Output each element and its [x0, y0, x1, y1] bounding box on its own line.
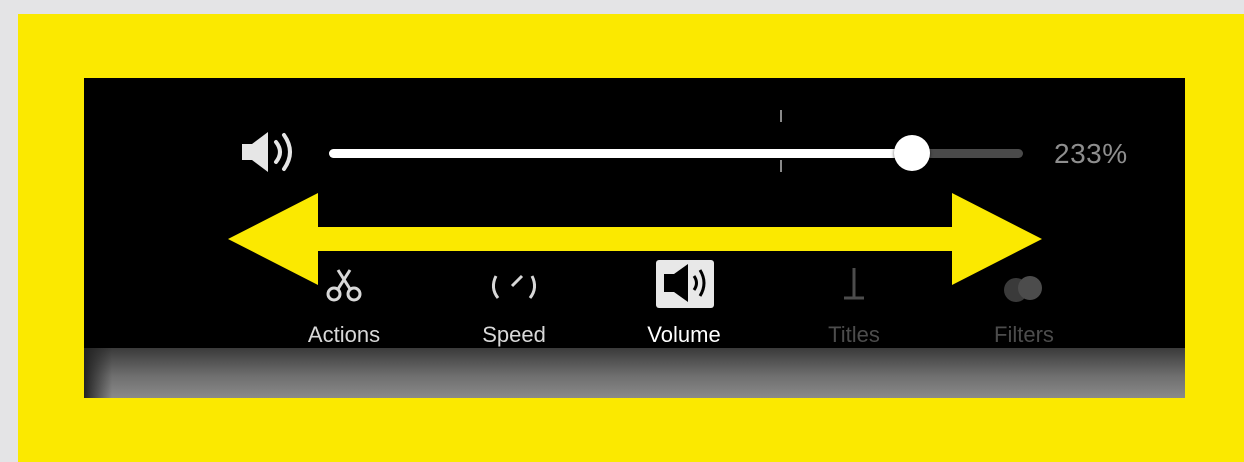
tool-label: Filters: [994, 322, 1054, 347]
speaker-icon: [240, 130, 304, 179]
volume-slider[interactable]: [329, 135, 1023, 171]
tool-label: Actions: [307, 322, 381, 347]
volume-slider-thumb[interactable]: [893, 135, 930, 171]
volume-percent: 233%: [1054, 138, 1128, 169]
tool-label: Titles: [828, 322, 880, 347]
tool-label: Speed: [482, 322, 546, 347]
tool-label: Volume: [647, 322, 721, 347]
volume-slider-fill: [329, 149, 912, 158]
double-headed-arrow-icon: [228, 193, 1042, 285]
panel-bottom-shadow: [84, 348, 1185, 398]
